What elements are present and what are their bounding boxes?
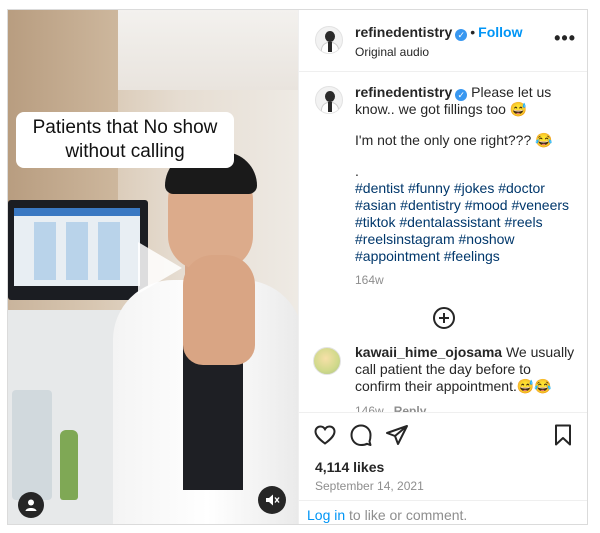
video-person [113, 152, 298, 524]
caption-username[interactable]: refinedentistry [355, 84, 452, 100]
comment-icon[interactable] [349, 423, 373, 447]
video-caption-line-1: Patients that No show [32, 117, 218, 138]
monitor-screen-column [34, 222, 56, 280]
hashtag-link[interactable]: #mood [465, 197, 508, 213]
video-background-bottle [60, 430, 78, 500]
add-comment-icon[interactable] [433, 307, 455, 329]
monitor-screen-column [66, 222, 88, 280]
verified-icon: ✓ [455, 89, 468, 101]
hashtag-link[interactable]: #asian [355, 197, 396, 213]
caption-hashtags: #dentist #funny #jokes #doctor #asian #d… [355, 180, 577, 265]
hashtag-link[interactable]: #doctor [498, 180, 545, 196]
user-icon [25, 499, 37, 511]
hashtag-link[interactable]: #appointment [355, 248, 440, 264]
likes-count[interactable]: 4,114 likes [315, 459, 384, 475]
hashtag-link[interactable]: #reels [504, 214, 542, 230]
login-prompt-text: to like or comment. [345, 507, 468, 523]
hashtag-link[interactable]: #dentistry [400, 197, 461, 213]
heart-icon[interactable] [313, 423, 337, 447]
comment-timestamp: 146w [355, 404, 384, 412]
avatar-tie [328, 42, 332, 52]
caption-text-2: I'm not the only one right??? 😂 [355, 132, 553, 148]
author-avatar[interactable] [315, 26, 343, 54]
verified-icon: ✓ [455, 29, 468, 41]
post-actions: 4,114 likes September 14, 2021 [299, 412, 587, 500]
avatar-head [325, 91, 335, 102]
person-hand [183, 255, 255, 365]
reply-button[interactable]: Reply [394, 404, 427, 412]
comment-username[interactable]: kawaii_hime_ojosama [355, 344, 502, 360]
post-caption: refinedentistry ✓ Please let us know.. we… [355, 84, 577, 289]
reel-video[interactable]: Patients that No show without calling [8, 10, 298, 524]
caption-text-3: . [355, 163, 359, 179]
post-date: September 14, 2021 [315, 479, 424, 493]
original-audio-link[interactable]: Original audio [355, 45, 522, 59]
header-separator: • [470, 24, 476, 40]
hashtag-link[interactable]: #dentalassistant [399, 214, 500, 230]
comment: kawaii_hime_ojosama We usually call pati… [355, 344, 577, 412]
instagram-post-card: Patients that No show without calling re… [7, 9, 588, 525]
tagged-users-button[interactable] [18, 492, 44, 518]
hashtag-link[interactable]: #tiktok [355, 214, 395, 230]
hashtag-link[interactable]: #feelings [444, 248, 500, 264]
caption-timestamp: 164w [355, 273, 384, 287]
comment-meta: 146w Reply [355, 403, 577, 412]
more-icon[interactable]: ••• [554, 28, 576, 49]
caption-author-avatar[interactable] [315, 86, 343, 114]
hashtag-link[interactable]: #dentist [355, 180, 404, 196]
bookmark-icon[interactable] [551, 423, 575, 447]
play-icon[interactable] [138, 242, 182, 294]
hashtag-link[interactable]: #veneers [511, 197, 569, 213]
video-caption-overlay: Patients that No show without calling [16, 112, 234, 168]
mute-button[interactable] [258, 486, 286, 514]
follow-button[interactable]: Follow [478, 24, 522, 40]
commenter-avatar[interactable] [313, 347, 341, 375]
hashtag-link[interactable]: #jokes [454, 180, 494, 196]
hashtag-link[interactable]: #funny [408, 180, 450, 196]
avatar-tie [328, 102, 332, 112]
hashtag-link[interactable]: #reelsinstagram [355, 231, 455, 247]
header-info: refinedentistry ✓ • Follow Original audio [355, 24, 522, 59]
hashtag-link[interactable]: #noshow [459, 231, 515, 247]
header-username[interactable]: refinedentistry [355, 24, 452, 40]
video-caption-line-2: without calling [65, 141, 185, 162]
post-side-panel: refinedentistry ✓ • Follow Original audio •… [298, 10, 587, 524]
login-link[interactable]: Log in [307, 507, 345, 523]
login-prompt: Log in to like or comment. [299, 500, 587, 524]
mute-icon [266, 494, 280, 506]
video-background-cup [12, 390, 52, 500]
post-header: refinedentistry ✓ • Follow Original audio •… [299, 10, 587, 72]
video-background-cabinet [8, 10, 118, 210]
comments-section: refinedentistry ✓ Please let us know.. we… [299, 72, 587, 412]
share-icon[interactable] [385, 423, 409, 447]
avatar-head [325, 31, 335, 42]
